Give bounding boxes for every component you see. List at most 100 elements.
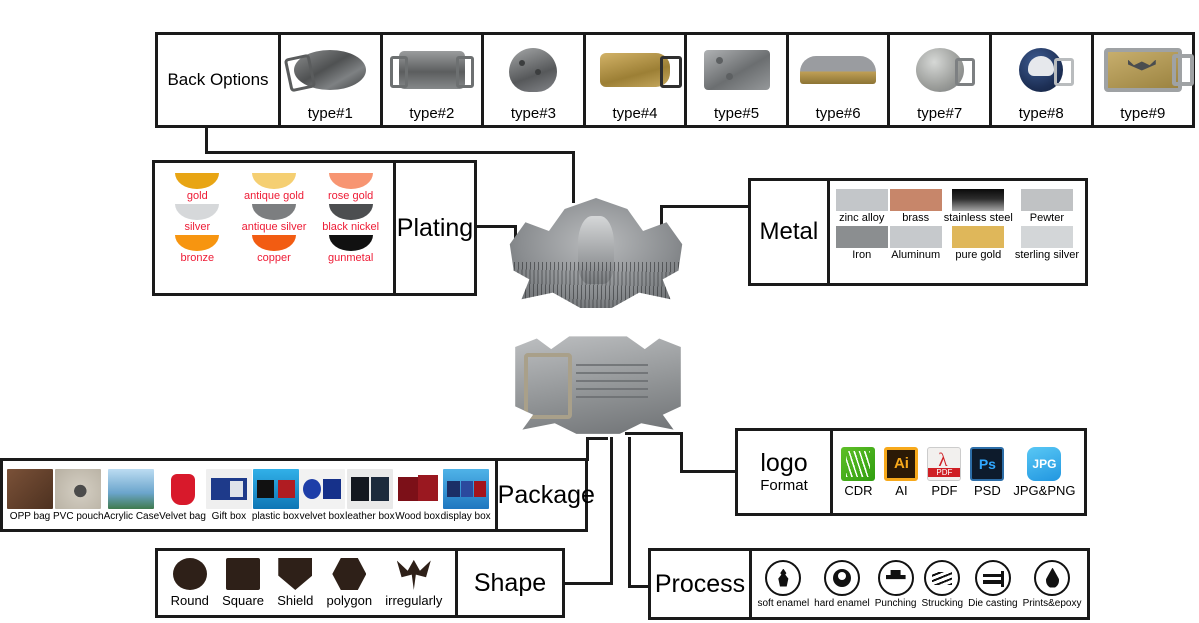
- metal-label: zinc alloy: [839, 212, 885, 224]
- process-caption: Process: [651, 551, 752, 617]
- shape-item[interactable]: Shield: [277, 558, 313, 608]
- back-option-item[interactable]: type#6: [789, 35, 891, 125]
- illustrator-icon: Ai: [884, 446, 919, 481]
- back-option-item[interactable]: type#7: [890, 35, 992, 125]
- plating-item[interactable]: copper: [236, 235, 313, 264]
- logo-format-item[interactable]: Ai AI: [884, 446, 919, 498]
- shape-label: irregularly: [385, 593, 443, 608]
- plating-item[interactable]: bronze: [159, 235, 236, 264]
- process-item[interactable]: soft enamel: [757, 559, 809, 609]
- plating-item[interactable]: antique gold: [236, 173, 313, 202]
- buckle-gold-hook-back-icon: [586, 35, 685, 104]
- package-label: Acrylic Case: [103, 510, 160, 522]
- belt-buckle-back-image: [508, 330, 688, 436]
- package-item[interactable]: plastic box: [252, 468, 299, 522]
- metal-item[interactable]: stainless steel: [944, 189, 1013, 224]
- package-item[interactable]: display box: [441, 468, 491, 522]
- process-item[interactable]: hard enamel: [814, 559, 870, 609]
- logo-format-label: PDF: [931, 482, 958, 498]
- metal-item[interactable]: Pewter: [1015, 189, 1079, 224]
- back-option-label: type#6: [815, 105, 861, 122]
- jpg-icon: JPG: [1027, 446, 1062, 481]
- plating-label: antique gold: [244, 190, 304, 202]
- die-cast-icon: [974, 559, 1011, 596]
- display-box-icon: [442, 468, 489, 509]
- process-label: Prints&epoxy: [1022, 597, 1082, 609]
- logo-format-item[interactable]: Ps PSD: [970, 446, 1005, 498]
- back-option-item[interactable]: type#5: [687, 35, 789, 125]
- plating-swatch: [251, 173, 296, 189]
- belt-buckle-front-image: [498, 198, 694, 308]
- press-machine-icon: [877, 559, 914, 596]
- shape-caption: Shape: [473, 568, 547, 597]
- package-label: velvet box: [299, 510, 345, 522]
- process-label: Die casting: [968, 597, 1018, 609]
- metal-item[interactable]: Aluminum: [889, 226, 942, 261]
- process-item[interactable]: Die casting: [968, 559, 1018, 609]
- logo-format-caption: logo Format: [738, 431, 833, 513]
- shape-item[interactable]: polygon: [327, 558, 372, 608]
- back-option-item[interactable]: type#8: [992, 35, 1094, 125]
- plastic-box-icon: [252, 468, 299, 509]
- metal-item[interactable]: brass: [889, 189, 942, 224]
- metal-swatch: [889, 226, 942, 248]
- plating-label: rose gold: [328, 190, 374, 202]
- package-item[interactable]: PVC pouch: [53, 468, 104, 522]
- velvet-box-icon: [299, 468, 346, 509]
- package-item[interactable]: Wood box: [394, 468, 441, 522]
- buckle-rounded-back-icon: [484, 35, 583, 104]
- logo-format-item[interactable]: λ PDF PDF: [927, 446, 962, 498]
- logo-format-item[interactable]: JPG JPG&PNG: [1013, 446, 1075, 498]
- shape-item[interactable]: irregularly: [385, 558, 442, 608]
- process-item[interactable]: Strucking: [921, 559, 963, 609]
- plating-item[interactable]: antique silver: [236, 204, 313, 233]
- logo-caption-line2: Format: [760, 477, 808, 494]
- package-item[interactable]: Velvet bag: [159, 468, 206, 522]
- square-shape-icon: [226, 558, 261, 590]
- package-item[interactable]: OPP bag: [7, 468, 53, 522]
- buckle-bat-rect-back-icon: [1094, 35, 1194, 104]
- package-label: leather box: [345, 510, 395, 522]
- package-label: Gift box: [211, 510, 247, 522]
- metal-label: Aluminum: [891, 249, 941, 261]
- plating-item[interactable]: rose gold: [312, 173, 389, 202]
- metal-item[interactable]: zinc alloy: [835, 189, 888, 224]
- gift-box-icon: [205, 468, 252, 509]
- back-option-item[interactable]: type#3: [484, 35, 586, 125]
- plating-item[interactable]: silver: [159, 204, 236, 233]
- package-item[interactable]: leather box: [345, 468, 395, 522]
- polygon-shape-icon: [332, 558, 367, 590]
- pvc-pouch-icon: [55, 468, 102, 509]
- plating-item[interactable]: gunmetal: [312, 235, 389, 264]
- package-item[interactable]: Acrylic Case: [103, 468, 160, 522]
- process-item[interactable]: Punching: [875, 559, 916, 609]
- back-option-label: type#9: [1120, 105, 1166, 122]
- metal-item[interactable]: Iron: [835, 226, 888, 261]
- package-label: PVC pouch: [53, 510, 104, 522]
- photoshop-icon: Ps: [970, 446, 1005, 481]
- back-option-item[interactable]: type#1: [281, 35, 383, 125]
- logo-format-item[interactable]: CDR: [841, 446, 876, 498]
- shape-label: Square: [222, 593, 265, 608]
- back-option-item[interactable]: type#9: [1094, 35, 1194, 125]
- process-item[interactable]: Prints&epoxy: [1022, 559, 1082, 609]
- plating-item[interactable]: black nickel: [312, 204, 389, 233]
- package-item[interactable]: velvet box: [299, 468, 346, 522]
- connector-shape-right: [563, 582, 613, 585]
- shape-item[interactable]: Round: [171, 558, 209, 608]
- package-item[interactable]: Gift box: [205, 468, 252, 522]
- metal-item[interactable]: sterling silver: [1015, 226, 1079, 261]
- logo-format-panel: logo Format CDR Ai AI λ PDF PDF Ps PSD JP…: [735, 428, 1087, 516]
- shape-item[interactable]: Square: [222, 558, 264, 608]
- back-option-item[interactable]: type#4: [586, 35, 688, 125]
- shield-shape-icon: [278, 558, 313, 590]
- metal-swatch: [1020, 226, 1073, 248]
- flame-icon: [765, 559, 802, 596]
- wood-box-icon: [394, 468, 441, 509]
- back-option-item[interactable]: type#2: [383, 35, 485, 125]
- metal-item[interactable]: pure gold: [944, 226, 1013, 261]
- plating-swatch: [175, 204, 220, 220]
- logo-format-label: CDR: [844, 482, 873, 498]
- plating-item[interactable]: gold: [159, 173, 236, 202]
- metal-label: brass: [902, 212, 930, 224]
